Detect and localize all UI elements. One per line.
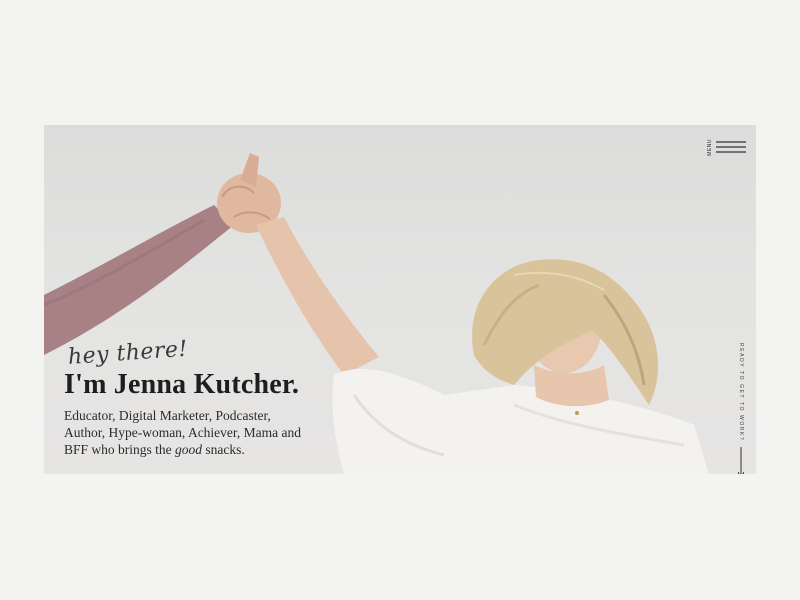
hero-section: MENU hey there! I'm Jenna Kutcher. Educa… <box>44 125 756 474</box>
intro-block: hey there! I'm Jenna Kutcher. Educator, … <box>64 337 304 458</box>
menu-label: MENU <box>707 139 713 156</box>
arrow-down-icon <box>738 447 744 474</box>
tagline: Educator, Digital Marketer, Podcaster, A… <box>64 407 304 458</box>
tagline-end: snacks. <box>202 442 245 457</box>
scroll-cue-text: READY TO GET TO WORK? <box>738 343 744 442</box>
hamburger-icon <box>716 141 746 153</box>
menu-button[interactable]: MENU <box>707 139 746 156</box>
scroll-cue-link[interactable]: READY TO GET TO WORK? <box>738 343 744 474</box>
tagline-emphasis: good <box>175 442 203 457</box>
page-title: I'm Jenna Kutcher. <box>64 369 300 400</box>
